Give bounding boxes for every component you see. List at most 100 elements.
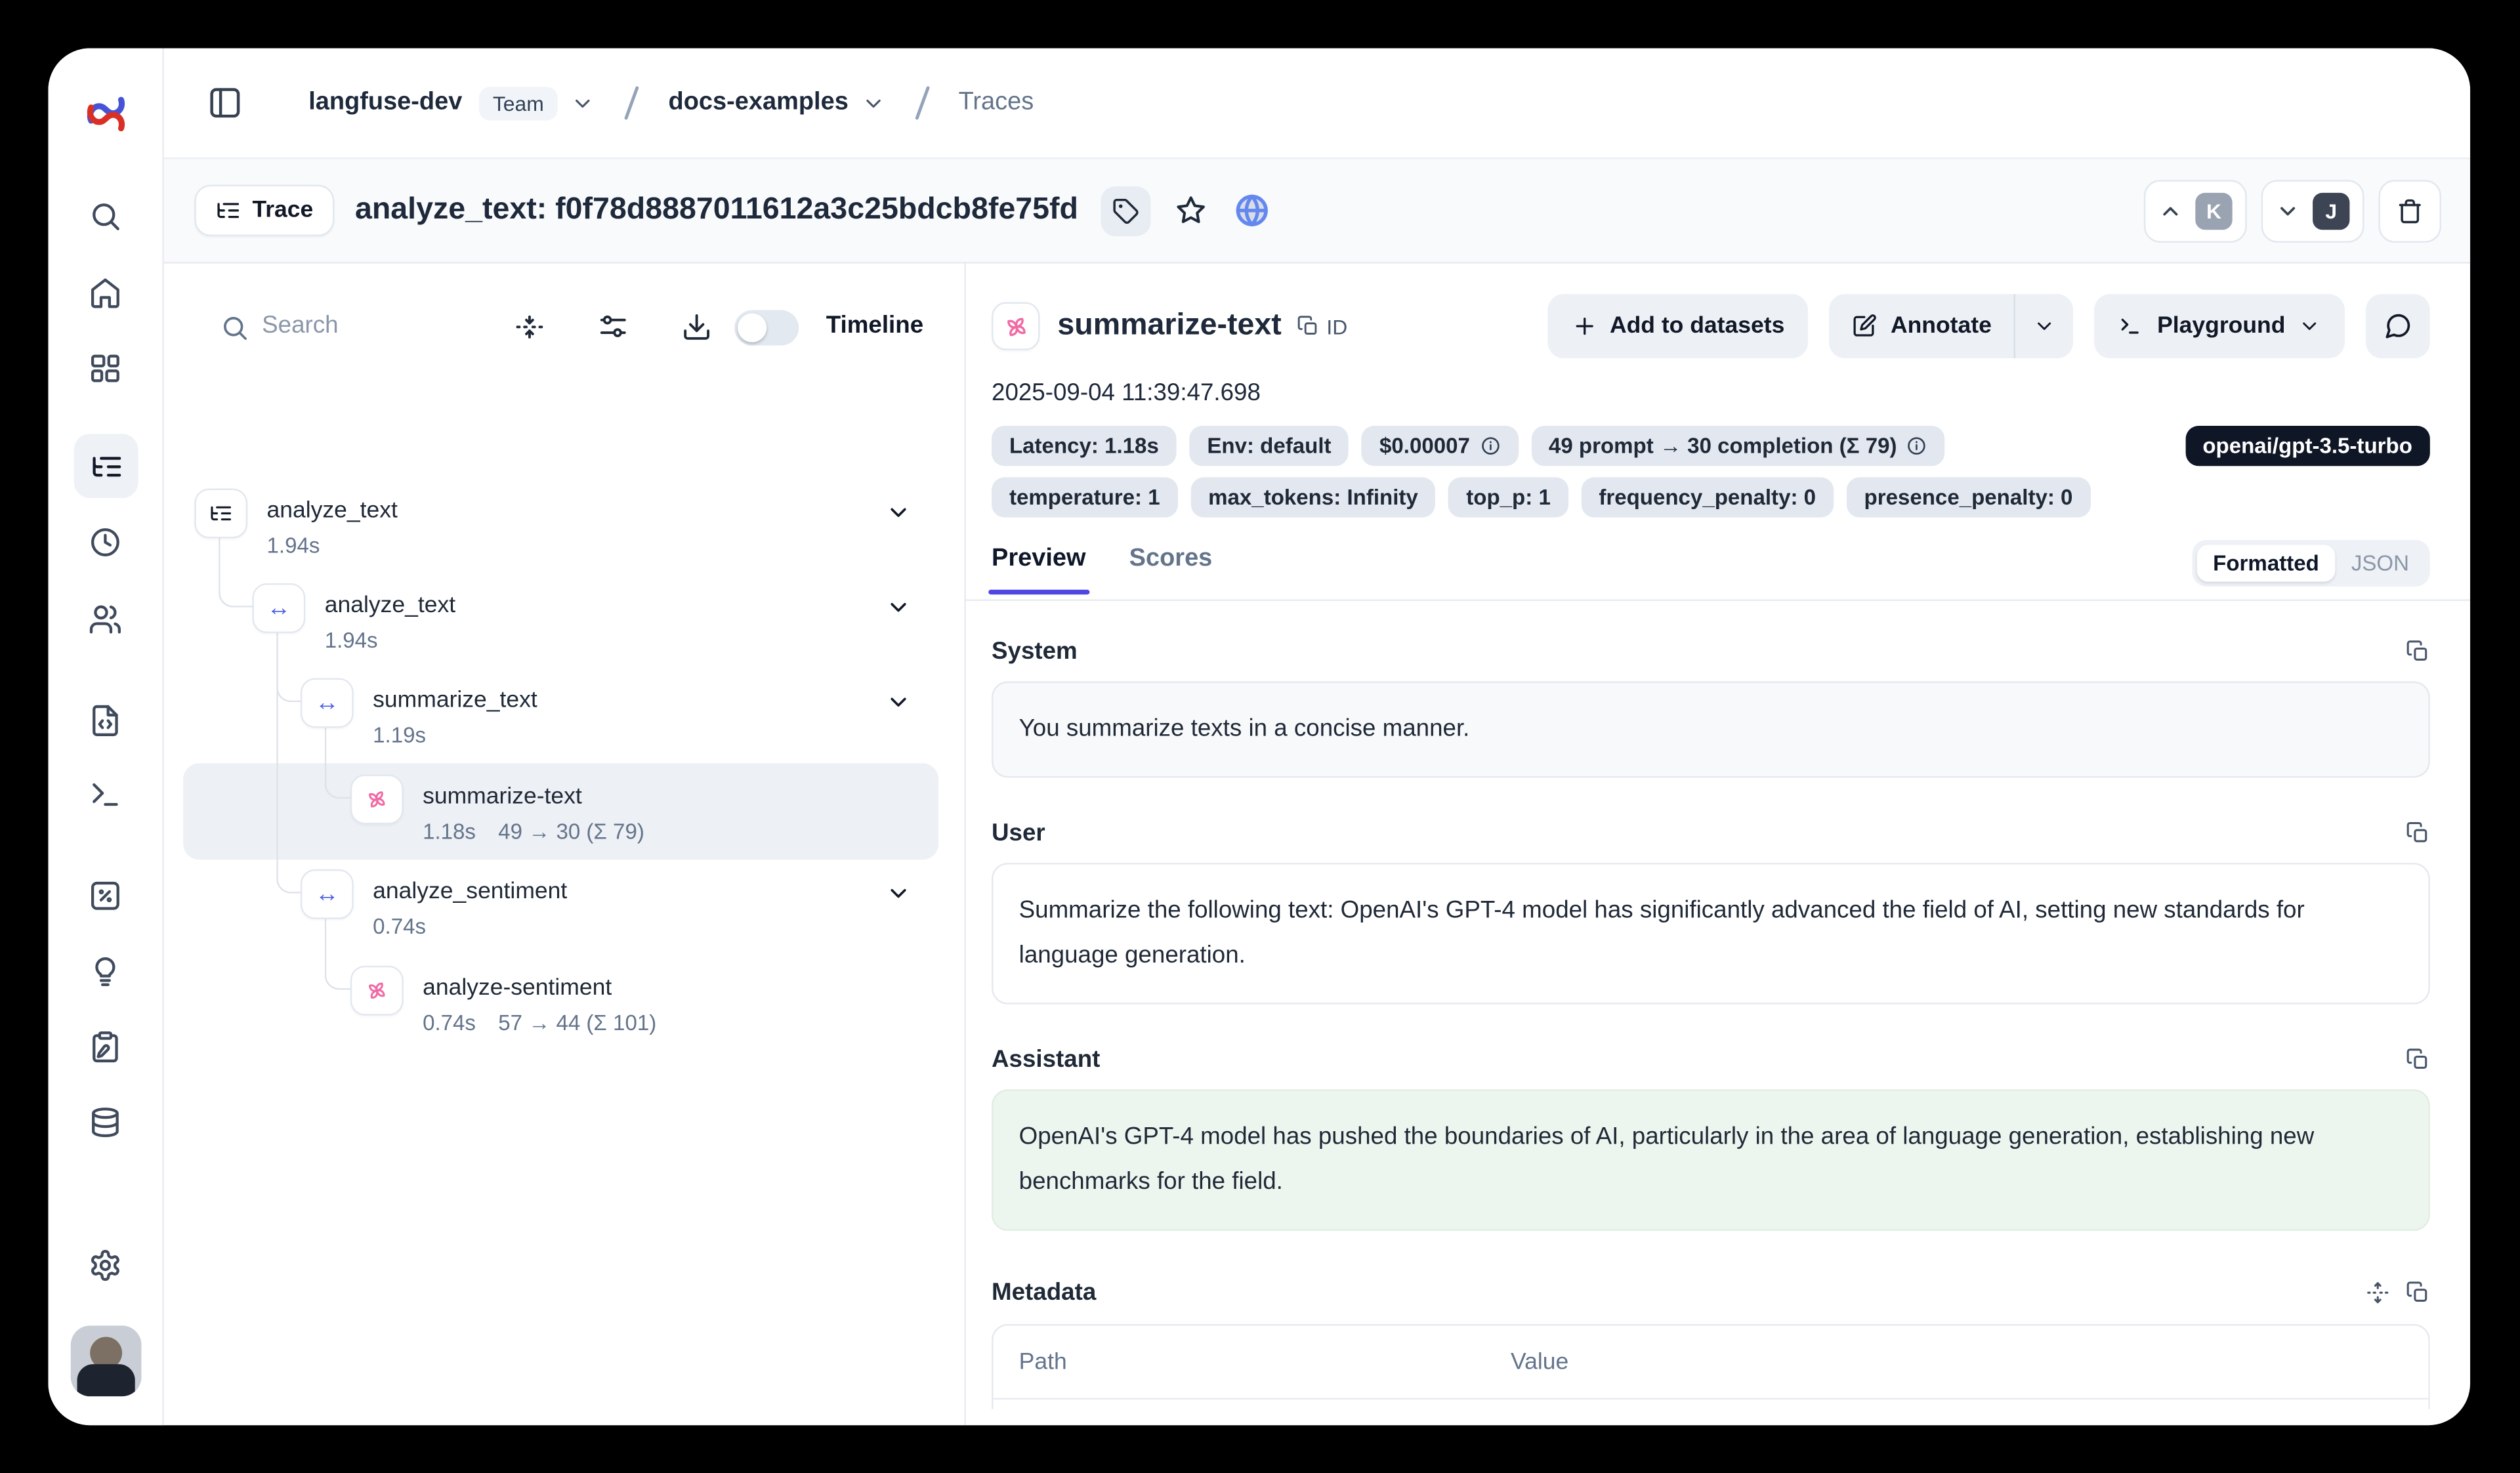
tag-button[interactable] [1101,186,1150,236]
tab-preview[interactable]: Preview [992,545,1086,594]
chevron-down-icon[interactable] [861,91,885,115]
copy-id-button[interactable]: ID [1297,314,1347,339]
trace-title: analyze_text: f0f78d8887011612a3c25bdcb8… [355,193,1078,228]
param-badge: frequency_penalty: 0 [1581,477,1834,517]
model-parameter-badges: temperature: 1 max_tokens: Infinity top_… [992,477,2430,517]
format-json-option[interactable]: JSON [2335,545,2425,581]
insights-lightbulb-icon[interactable] [48,955,162,988]
cost-badge[interactable]: $0.00007 [1362,426,1518,466]
tree-connector [276,629,302,894]
evaluation-percent-icon[interactable] [48,879,162,913]
chat-bubble-icon [2384,312,2412,341]
metadata-col-value: Value [1511,1349,1568,1375]
tree-node-trace[interactable]: analyze_text 1.94s [194,488,398,560]
timeline-label: Timeline [826,312,923,339]
chevron-down-icon[interactable] [885,690,911,715]
annotation-clipboard-pen-icon[interactable] [48,1030,162,1064]
users-icon[interactable] [48,602,162,636]
info-icon [1906,436,1927,457]
top-bar: langfuse-dev Team docs-examples Traces [162,48,2470,157]
display-settings-icon[interactable] [598,312,629,342]
breadcrumb-divider [915,86,929,120]
playground-terminal-icon[interactable] [48,778,162,811]
format-formatted-option[interactable]: Formatted [2197,545,2336,581]
user-message-box: Summarize the following text: OpenAI's G… [992,863,2430,1005]
copy-icon[interactable] [2406,1281,2430,1305]
id-label: ID [1326,314,1347,339]
annotate-dropdown-button[interactable] [2016,294,2074,358]
download-icon[interactable] [681,312,712,342]
breadcrumb-project[interactable]: langfuse-dev [308,89,462,117]
system-message-box: You summarize texts in a concise manner. [992,681,2430,778]
chevron-down-icon [2034,315,2056,337]
sidebar-item-tracing[interactable] [74,434,138,498]
home-icon[interactable] [48,276,162,310]
playground-button[interactable]: Playground [2095,294,2345,358]
node-label: analyze_sentiment [373,876,567,908]
param-badge: temperature: 1 [992,477,1178,517]
trace-type-button[interactable]: Trace [194,185,334,236]
timeline-toggle[interactable] [734,310,799,346]
tree-node-generation-selected[interactable]: summarize-text 1.18s49 → 30 (Σ 79) [350,774,644,846]
datasets-database-icon[interactable] [48,1106,162,1139]
breadcrumb-environment[interactable]: docs-examples [669,89,849,117]
next-trace-button[interactable]: J [2261,179,2364,242]
terminal-icon [2118,314,2144,339]
list-tree-icon [215,197,241,223]
search-input[interactable]: Search [262,312,338,339]
pencil-square-icon [1852,314,1878,339]
model-badge[interactable]: openai/gpt-3.5-turbo [2185,426,2429,466]
tree-node-generation[interactable]: analyze-sentiment 0.74s57 → 44 (Σ 101) [350,966,656,1038]
chevron-down-icon[interactable] [885,594,911,620]
token-usage-badge[interactable]: 49 prompt → 30 completion (Σ 79) [1531,426,1945,466]
annotate-button[interactable]: Annotate [1830,294,2014,358]
param-badge: top_p: 1 [1448,477,1568,517]
user-heading: User [992,819,1045,847]
comments-button[interactable] [2366,294,2430,358]
observation-detail-panel: summarize-text ID Add to datasets [966,262,2470,1425]
chevron-down-icon[interactable] [885,881,911,906]
settings-gear-icon[interactable] [48,1249,162,1282]
trace-type-label: Trace [252,197,313,223]
node-label: summarize-text [423,781,644,813]
node-label: analyze-sentiment [423,972,656,1005]
copy-icon[interactable] [2406,821,2430,845]
keyboard-key-j: J [2313,192,2349,229]
trace-header: Trace analyze_text: f0f78d8887011612a3c2… [162,157,2470,264]
user-avatar[interactable] [71,1325,142,1396]
collapse-all-icon[interactable] [514,312,545,342]
sessions-clock-icon[interactable] [48,526,162,559]
panel-left-toggle-icon[interactable] [207,85,243,121]
format-segmented-control: Formatted JSON [2192,540,2430,587]
copy-icon [1297,315,1320,337]
delete-trace-button[interactable] [2378,179,2441,242]
prev-trace-button[interactable]: K [2144,179,2247,242]
keyboard-key-k: K [2195,192,2232,229]
add-to-datasets-button[interactable]: Add to datasets [1547,294,1809,358]
observation-timestamp: 2025-09-04 11:39:47.698 [992,379,2430,407]
node-duration: 0.74s [373,913,426,942]
expand-vertical-icon[interactable] [2366,1281,2390,1305]
dashboard-icon[interactable] [48,352,162,385]
plus-icon [1571,314,1597,339]
tree-node-span[interactable]: ↔ analyze_text 1.94s [252,583,455,655]
tree-node-span[interactable]: ↔ analyze_sentiment 0.74s [301,869,567,942]
node-token-usage: 49 → 30 (Σ 79) [498,818,644,847]
copy-icon[interactable] [2406,640,2430,664]
prompts-file-code-icon[interactable] [48,704,162,737]
tree-node-span[interactable]: ↔ summarize_text 1.19s [301,678,537,750]
stage: langfuse-dev Team docs-examples Traces T… [0,0,2520,1473]
chevron-down-icon[interactable] [885,500,911,526]
generation-icon [992,302,1040,350]
trace-tree-panel: Search Timeline analyze_text 1.94s [162,262,965,1425]
tab-scores[interactable]: Scores [1129,545,1213,594]
span-icon: ↔ [301,678,354,728]
assistant-message-box: OpenAI's GPT-4 model has pushed the boun… [992,1089,2430,1231]
bookmark-star-button[interactable] [1170,190,1212,232]
breadcrumb-page[interactable]: Traces [959,89,1034,117]
metadata-col-path: Path [1019,1349,1511,1375]
search-icon[interactable] [48,199,162,233]
chevron-down-icon[interactable] [571,91,595,115]
public-globe-button[interactable] [1231,190,1273,232]
copy-icon[interactable] [2406,1048,2430,1072]
